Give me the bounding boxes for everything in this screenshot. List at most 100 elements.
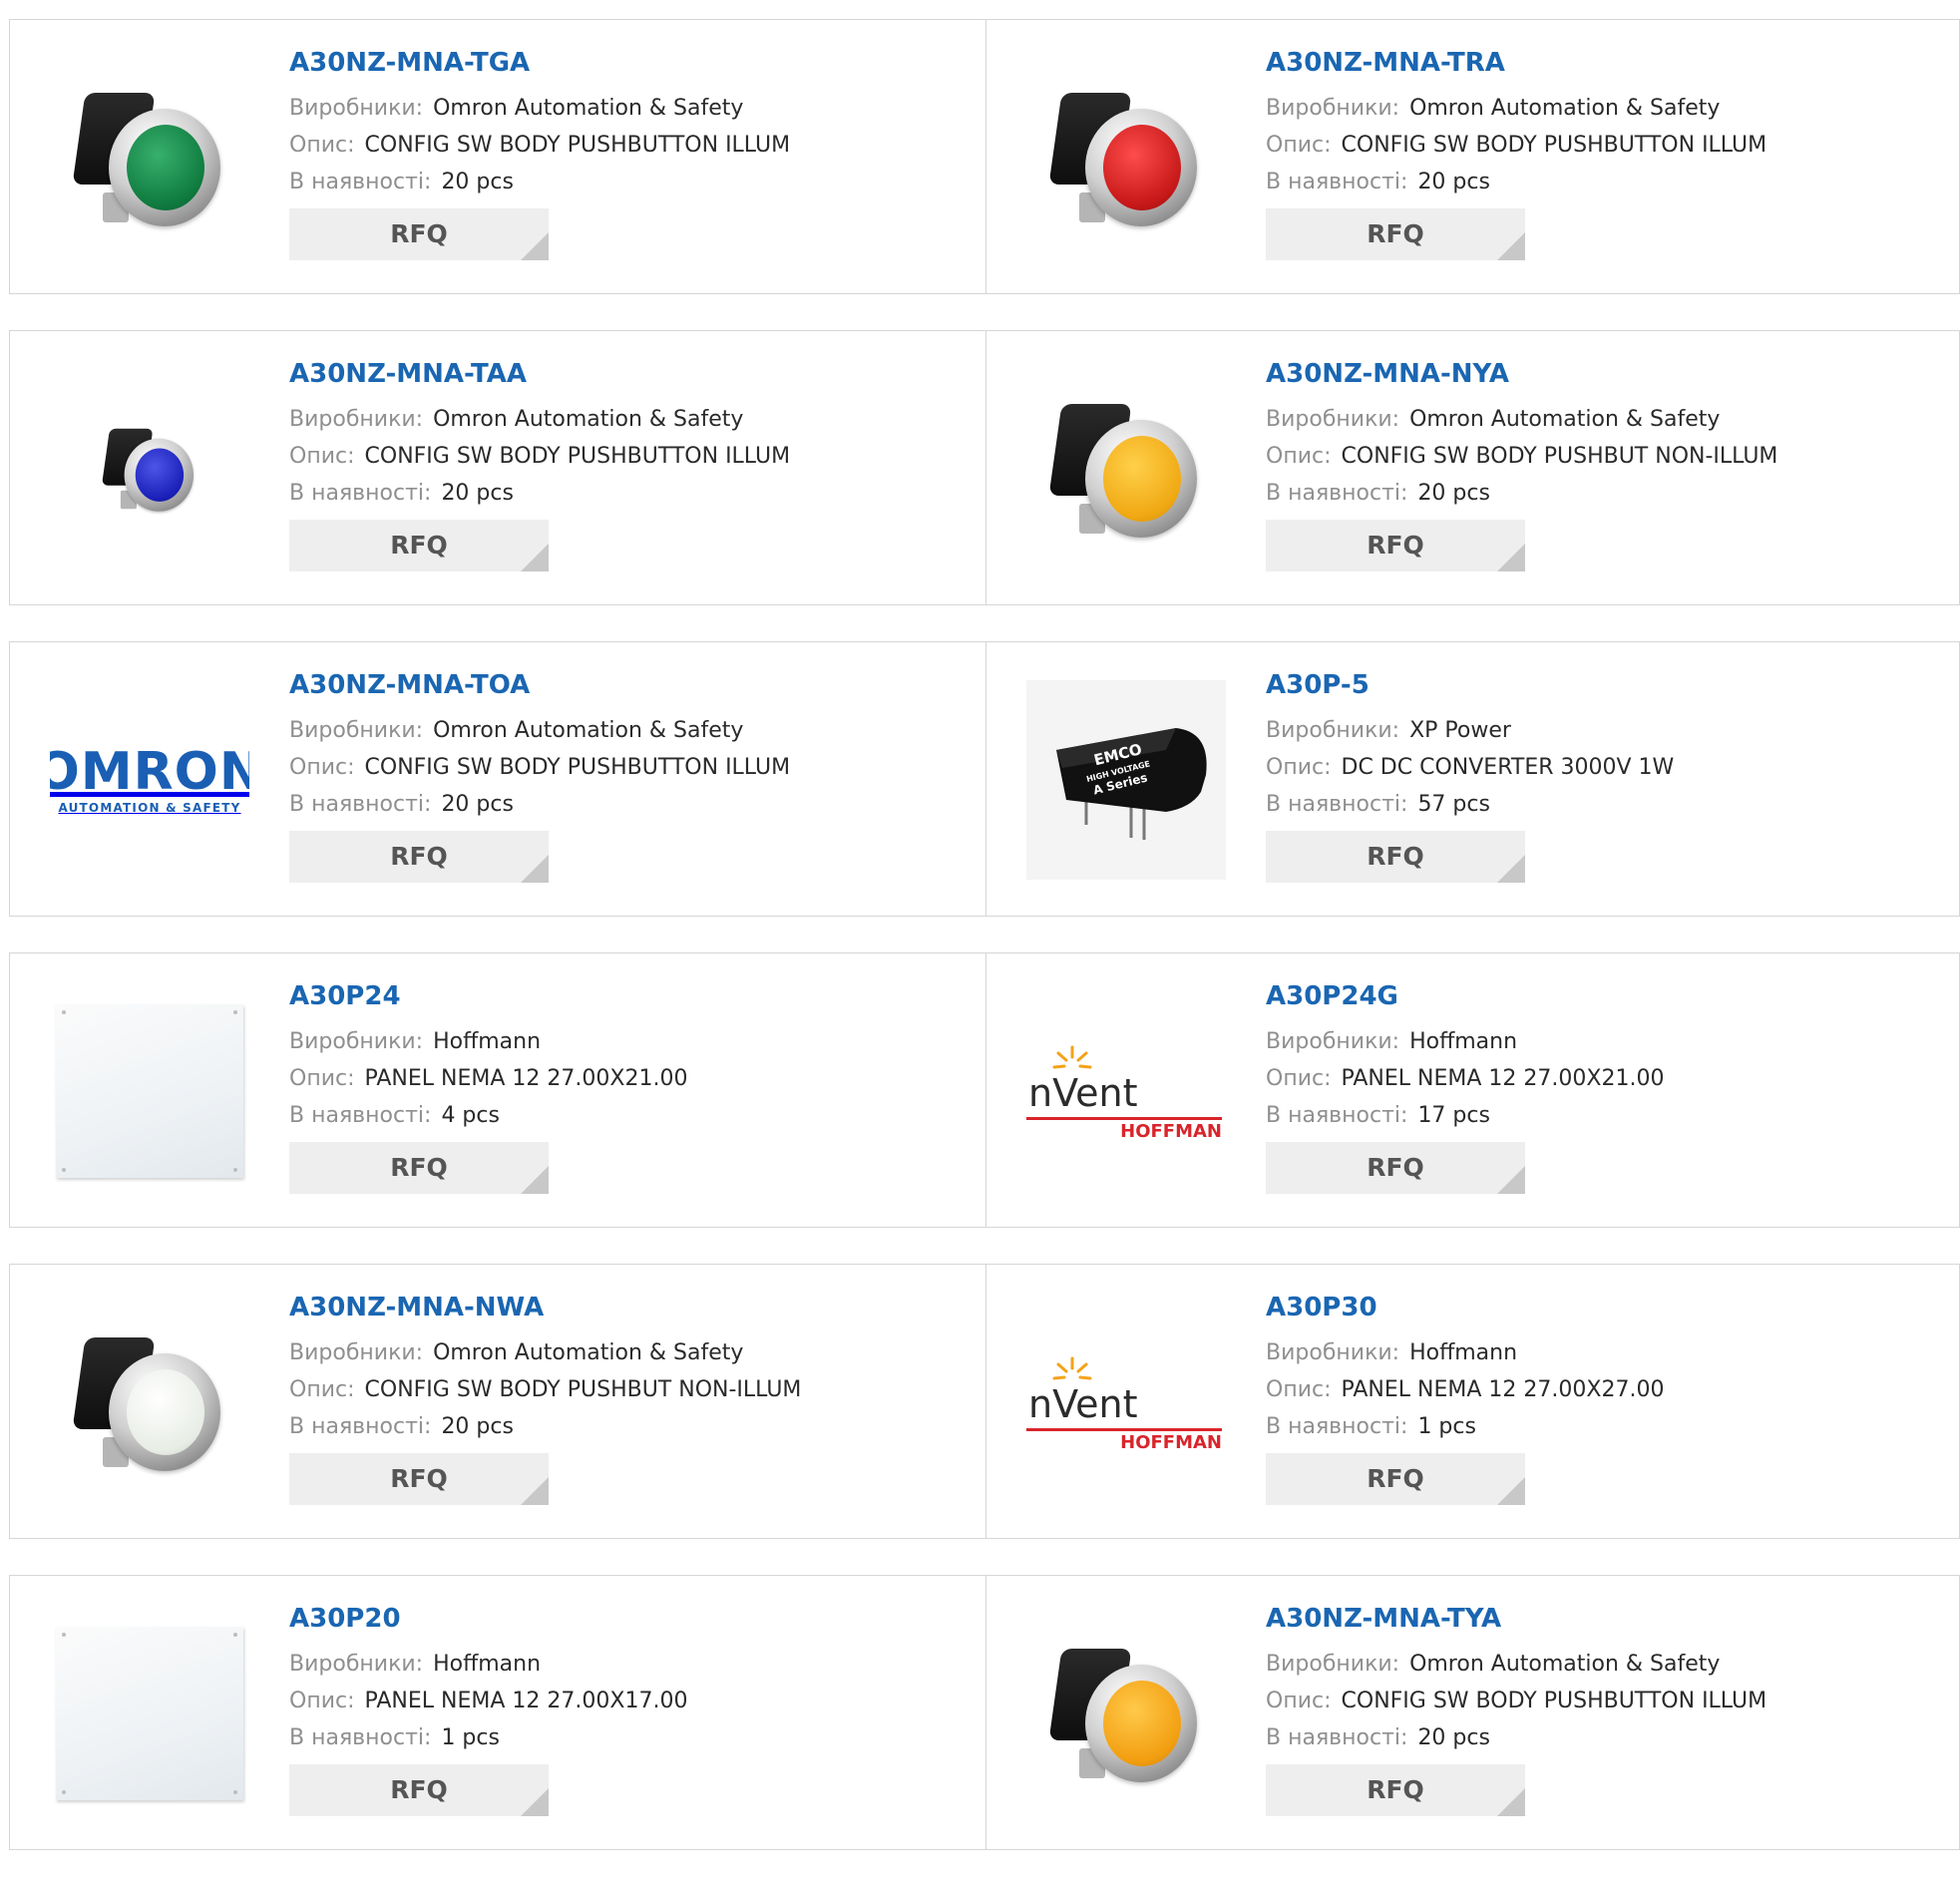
description-label: Опис:: [289, 1689, 355, 1713]
manufacturer-value: Hoffmann: [433, 1652, 542, 1677]
manufacturer-line: Виробники: Hoffmann: [1266, 1334, 1949, 1371]
white-panel-image[interactable]: [50, 991, 249, 1191]
description-line: Опис: CONFIG SW BODY PUSHBUTTON ILLUM: [289, 749, 976, 786]
green-pushbutton-image[interactable]: [50, 58, 249, 257]
description-value: CONFIG SW BODY PUSHBUT NON-ILLUM: [1341, 444, 1778, 469]
stock-value: 20 pcs: [1417, 1725, 1490, 1750]
product-card: A30NZ-MNA-TGA Виробники: Omron Automation…: [10, 20, 985, 293]
description-line: Опис: PANEL NEMA 12 27.00X21.00: [289, 1060, 976, 1097]
nvent-logo-graphic: nVent HOFFMAN: [1026, 1041, 1226, 1142]
product-name-link[interactable]: A30NZ-MNA-TYA: [1266, 1604, 1949, 1634]
description-value: CONFIG SW BODY PUSHBUTTON ILLUM: [364, 755, 791, 780]
product-row: OMRON AUTOMATION & SAFETY A30NZ-MNA-TOA В…: [9, 641, 1960, 917]
stock-value: 20 pcs: [441, 1414, 514, 1439]
product-name-link[interactable]: A30P30: [1266, 1293, 1949, 1322]
rfq-button[interactable]: RFQ: [289, 520, 549, 571]
nvent-logo-graphic: nVent HOFFMAN: [1026, 1352, 1226, 1453]
rfq-corner-decoration: [521, 1788, 549, 1816]
description-line: Опис: CONFIG SW BODY PUSHBUT NON-ILLUM: [289, 1371, 976, 1408]
rfq-corner-decoration: [1497, 1477, 1525, 1505]
red-pushbutton-image[interactable]: [1026, 58, 1226, 257]
manufacturer-line: Виробники: Omron Automation & Safety: [289, 1334, 976, 1371]
product-card: A30P20 Виробники: Hoffmann Опис: PANEL NEM…: [10, 1576, 985, 1849]
rfq-button[interactable]: RFQ: [1266, 1764, 1525, 1816]
product-info: A30NZ-MNA-TRA Виробники: Omron Automation…: [1266, 48, 1949, 260]
stock-label: В наявності:: [1266, 1414, 1408, 1439]
product-info: A30NZ-MNA-TGA Виробники: Omron Automation…: [289, 48, 976, 260]
manufacturer-line: Виробники: XP Power: [1266, 712, 1949, 749]
rfq-button[interactable]: RFQ: [1266, 831, 1525, 883]
rfq-corner-decoration: [521, 544, 549, 571]
omron-logo[interactable]: OMRON AUTOMATION & SAFETY: [50, 680, 249, 880]
product-grid: A30NZ-MNA-TGA Виробники: Omron Automation…: [9, 19, 1960, 1886]
rfq-button[interactable]: RFQ: [289, 1453, 549, 1505]
amber-pushbutton-image[interactable]: [1026, 1614, 1226, 1813]
rfq-button[interactable]: RFQ: [1266, 1453, 1525, 1505]
product-name-link[interactable]: A30NZ-MNA-TGA: [289, 48, 976, 78]
description-line: Опис: CONFIG SW BODY PUSHBUTTON ILLUM: [289, 438, 976, 475]
product-info: A30NZ-MNA-NWA Виробники: Omron Automation…: [289, 1293, 976, 1505]
manufacturer-label: Виробники:: [289, 407, 424, 432]
description-value: PANEL NEMA 12 27.00X21.00: [1341, 1066, 1665, 1091]
manufacturer-value: Omron Automation & Safety: [433, 1340, 744, 1365]
white-panel-image[interactable]: [50, 1614, 249, 1813]
rfq-button[interactable]: RFQ: [1266, 1142, 1525, 1194]
stock-value: 4 pcs: [441, 1103, 500, 1128]
product-card: EMCO HIGH VOLTAGE A Series A30P-5 Виробник…: [985, 642, 1959, 916]
blue-pushbutton-image[interactable]: [50, 369, 249, 568]
stock-line: В наявності: 57 pcs: [1266, 786, 1949, 823]
product-name-link[interactable]: A30P-5: [1266, 670, 1949, 700]
stock-line: В наявності: 20 pcs: [1266, 164, 1949, 200]
rfq-button[interactable]: RFQ: [289, 1142, 549, 1194]
stock-label: В наявності:: [289, 1414, 432, 1439]
manufacturer-value: Omron Automation & Safety: [433, 96, 744, 121]
product-name-link[interactable]: A30NZ-MNA-NWA: [289, 1293, 976, 1322]
panel-graphic: [56, 1004, 243, 1178]
description-value: PANEL NEMA 12 27.00X21.00: [364, 1066, 688, 1091]
product-name-link[interactable]: A30P20: [289, 1604, 976, 1634]
product-card: nVent HOFFMAN A30P24G Виробники: Hoffmann …: [985, 953, 1959, 1227]
yellow-pushbutton-image[interactable]: [1026, 369, 1226, 568]
rfq-label: RFQ: [1367, 219, 1424, 248]
emco-converter-image[interactable]: EMCO HIGH VOLTAGE A Series: [1026, 680, 1226, 880]
stock-line: В наявності: 1 pcs: [1266, 1408, 1949, 1445]
rfq-label: RFQ: [1367, 842, 1424, 871]
rfq-button[interactable]: RFQ: [1266, 520, 1525, 571]
stock-label: В наявності:: [289, 1103, 432, 1128]
rfq-button[interactable]: RFQ: [289, 1764, 549, 1816]
manufacturer-label: Виробники:: [1266, 407, 1400, 432]
rfq-button[interactable]: RFQ: [289, 208, 549, 260]
product-card: A30NZ-MNA-NYA Виробники: Omron Automation…: [985, 331, 1959, 604]
manufacturer-label: Виробники:: [1266, 1652, 1400, 1677]
product-info: A30P24G Виробники: Hoffmann Опис: PANEL NE…: [1266, 981, 1949, 1194]
manufacturer-value: Hoffmann: [433, 1029, 542, 1054]
nvent-hoffman-logo[interactable]: nVent HOFFMAN: [1026, 1303, 1226, 1502]
product-name-link[interactable]: A30NZ-MNA-NYA: [1266, 359, 1949, 389]
rfq-button[interactable]: RFQ: [289, 831, 549, 883]
manufacturer-label: Виробники:: [289, 1340, 424, 1365]
rfq-button[interactable]: RFQ: [1266, 208, 1525, 260]
rfq-corner-decoration: [521, 1477, 549, 1505]
stock-label: В наявності:: [289, 481, 432, 506]
product-row: A30NZ-MNA-TGA Виробники: Omron Automation…: [9, 19, 1960, 294]
description-line: Опис: CONFIG SW BODY PUSHBUTTON ILLUM: [1266, 127, 1949, 164]
description-line: Опис: CONFIG SW BODY PUSHBUTTON ILLUM: [289, 127, 976, 164]
product-card: A30NZ-MNA-TAA Виробники: Omron Automation…: [10, 331, 985, 604]
stock-value: 1 pcs: [1417, 1414, 1476, 1439]
product-name-link[interactable]: A30P24: [289, 981, 976, 1011]
product-name-link[interactable]: A30P24G: [1266, 981, 1949, 1011]
pushbutton-graphic: [65, 73, 234, 242]
description-line: Опис: DC DC CONVERTER 3000V 1W: [1266, 749, 1949, 786]
product-name-link[interactable]: A30NZ-MNA-TOA: [289, 670, 976, 700]
rfq-corner-decoration: [1497, 855, 1525, 883]
manufacturer-line: Виробники: Omron Automation & Safety: [289, 90, 976, 127]
product-name-link[interactable]: A30NZ-MNA-TRA: [1266, 48, 1949, 78]
manufacturer-line: Виробники: Omron Automation & Safety: [1266, 401, 1949, 438]
manufacturer-line: Виробники: Omron Automation & Safety: [289, 401, 976, 438]
white-pushbutton-image[interactable]: [50, 1303, 249, 1502]
nvent-hoffman-logo[interactable]: nVent HOFFMAN: [1026, 991, 1226, 1191]
stock-line: В наявності: 4 pcs: [289, 1097, 976, 1134]
product-name-link[interactable]: A30NZ-MNA-TAA: [289, 359, 976, 389]
manufacturer-label: Виробники:: [1266, 718, 1400, 743]
product-info: A30NZ-MNA-TYA Виробники: Omron Automation…: [1266, 1604, 1949, 1816]
